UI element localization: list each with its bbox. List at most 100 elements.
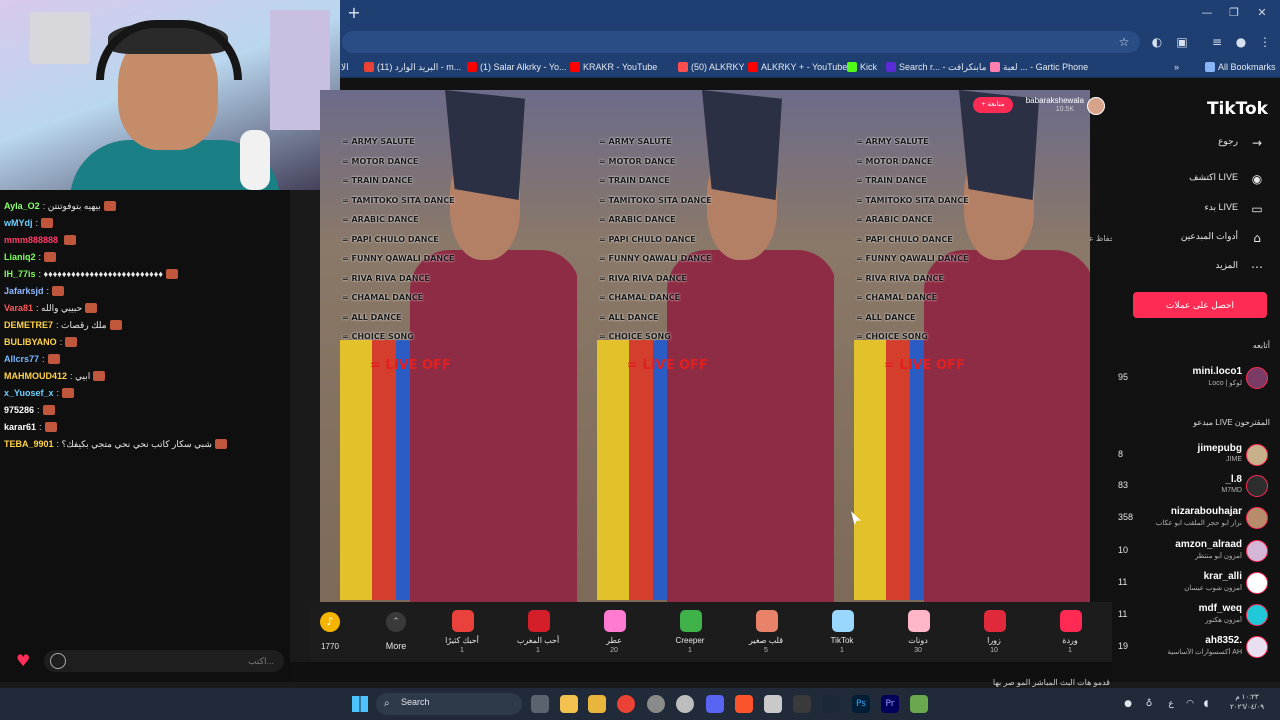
live-video[interactable]: = ARMY SALUTE = MOTOR DANCE = TRAIN DANCE =… xyxy=(320,90,1090,602)
gift-item[interactable]: وردة 1 xyxy=(1035,610,1105,660)
bookmark-item[interactable]: ALKRKY + - YouTube xyxy=(748,60,847,74)
chat-message[interactable]: Allcrs77: xyxy=(4,351,60,367)
gift-item[interactable]: Creeper 1 xyxy=(655,610,725,660)
bookmark-item[interactable]: Kick xyxy=(847,60,877,74)
chat-message[interactable]: karar61: xyxy=(4,419,57,435)
menu-icon[interactable]: ⋮ xyxy=(1256,33,1274,51)
sidebar-item[interactable]: رجوع → xyxy=(1122,132,1270,154)
star-icon[interactable]: ☆ xyxy=(1115,33,1133,51)
chat-username[interactable]: karar61 xyxy=(4,419,36,435)
chat-username[interactable]: TEBA_9901 xyxy=(4,436,54,452)
sidebar-item[interactable]: أدوات المبدعين ⌂ xyxy=(1122,227,1270,249)
bookmark-item[interactable]: الا xyxy=(341,60,349,74)
chat-username[interactable]: DEMETRE7 xyxy=(4,317,53,333)
get-coins-button[interactable]: احصل على عملات xyxy=(1133,292,1267,318)
premiere-icon[interactable]: Pr xyxy=(881,695,899,713)
app-icon[interactable] xyxy=(647,695,665,713)
app-icon[interactable] xyxy=(764,695,782,713)
live-account[interactable]: 11 mdf_weq أمزون هكتور xyxy=(1118,603,1270,631)
bookmark-item[interactable]: KRAKR - YouTube xyxy=(570,60,657,74)
live-account[interactable]: 83 _l.8 M7MD xyxy=(1118,474,1270,502)
chat-username[interactable]: MAHMOUD412 xyxy=(4,368,67,384)
chat-message[interactable]: Lianiq2: xyxy=(4,249,57,265)
chat-username[interactable]: Allcrs77 xyxy=(4,351,39,367)
keyboard-language-icon[interactable]: ع xyxy=(1165,698,1177,710)
task-view-icon[interactable] xyxy=(531,695,549,713)
chevron-up-icon[interactable]: ⌃ xyxy=(386,612,406,632)
windows-start-icon[interactable] xyxy=(352,696,368,712)
wifi-icon[interactable]: ◠ xyxy=(1184,698,1196,710)
chat-username[interactable]: Vara81 xyxy=(4,300,33,316)
bookmark-item[interactable]: (1) Salar Alkrky - Yo... xyxy=(467,60,567,74)
gift-item[interactable]: عطر 20 xyxy=(579,610,649,660)
puzzle-icon[interactable]: ▣ xyxy=(1173,33,1191,51)
gift-item[interactable]: قلب صغير 5 xyxy=(731,610,801,660)
chat-username[interactable]: 975286 xyxy=(4,402,34,418)
more-gifts-button[interactable]: More xyxy=(378,641,414,651)
tray-app-icon[interactable]: ● xyxy=(1122,698,1134,710)
chat-username[interactable]: wMYdj xyxy=(4,215,33,231)
bookmark-item[interactable]: (50) ALKRKY xyxy=(678,60,745,74)
chrome-icon[interactable] xyxy=(617,695,635,713)
chat-username[interactable]: Lianiq2 xyxy=(4,249,36,265)
gift-item[interactable]: TikTok 1 xyxy=(807,610,877,660)
bookmark-item[interactable]: البريد الوارد (11) - m... xyxy=(364,60,461,74)
bookmark-item[interactable]: Search r... - مابنكرافت xyxy=(886,60,986,74)
avatar[interactable]: ● xyxy=(1232,33,1250,51)
sidebar-item[interactable]: المزيد ⋯ xyxy=(1122,256,1270,278)
minecraft-icon[interactable] xyxy=(910,695,928,713)
url-field[interactable] xyxy=(342,31,1140,53)
gift-item[interactable]: أحب المغرب 1 xyxy=(503,610,573,660)
gift-item[interactable]: زورا 10 xyxy=(959,610,1029,660)
chat-username[interactable]: x_Yuosef_x xyxy=(4,385,54,401)
chat-message[interactable]: Jafarksjd: xyxy=(4,283,65,299)
chat-message[interactable]: x_Yuosef_x: xyxy=(4,385,75,401)
folder-icon[interactable] xyxy=(588,695,606,713)
close-icon[interactable]: ✕ xyxy=(1252,5,1272,21)
media-icon[interactable]: ≡ xyxy=(1208,33,1226,51)
chat-username[interactable]: Jafarksjd xyxy=(4,283,44,299)
chat-username[interactable]: BULIBYANO xyxy=(4,334,57,350)
coin-icon[interactable]: ♪ xyxy=(320,612,340,632)
emoji-icon[interactable] xyxy=(50,653,66,669)
chat-message[interactable]: 975286: xyxy=(4,402,55,418)
live-account[interactable]: 95 mini.loco1 Loco | لوكو xyxy=(1118,366,1270,394)
tiktok-logo[interactable]: TikTok xyxy=(1182,99,1268,121)
microphone-icon[interactable]: ♁ xyxy=(1143,698,1155,710)
photoshop-icon[interactable]: Ps xyxy=(852,695,870,713)
extension-icon[interactable]: ◐ xyxy=(1148,33,1166,51)
gift-item[interactable]: دونات 30 xyxy=(883,610,953,660)
chat-username[interactable]: Ayla_O2 xyxy=(4,198,40,214)
host-name[interactable]: babarakshewala xyxy=(1016,96,1084,105)
all-bookmarks[interactable]: All Bookmarks xyxy=(1205,60,1276,74)
volume-icon[interactable]: ◖ xyxy=(1200,698,1212,710)
chat-username[interactable]: mmm888888 xyxy=(4,232,58,248)
maximize-icon[interactable]: ❐ xyxy=(1224,5,1244,21)
chat-message[interactable]: wMYdj: xyxy=(4,215,54,231)
live-account[interactable]: 11 krar_alli أمزون شوب عيسان xyxy=(1118,571,1270,599)
heart-icon[interactable]: ♥ xyxy=(16,652,36,670)
sidebar-item[interactable]: بدء LIVE ▭ xyxy=(1122,198,1270,220)
file-explorer-icon[interactable] xyxy=(560,695,578,713)
new-tab-button[interactable]: + xyxy=(345,4,363,22)
live-account[interactable]: 358 nizarabouhajar نزار ابو حجر الملقب ابو… xyxy=(1118,506,1270,534)
host-avatar[interactable] xyxy=(1087,97,1105,115)
live-account[interactable]: 8 jimepubg JIME xyxy=(1118,443,1270,471)
brave-icon[interactable] xyxy=(735,695,753,713)
bookmark-item[interactable]: لعبة ... - Gartic Phone xyxy=(990,60,1088,74)
capcut-icon[interactable] xyxy=(793,695,811,713)
bookmarks-overflow-icon[interactable]: » xyxy=(1174,60,1179,74)
taskbar-clock[interactable]: ١٠:٢٣ م ٢٠٢٦/٠٤/٠٩ xyxy=(1222,693,1272,713)
gift-item[interactable]: أحبك كثيرًا 1 xyxy=(427,610,497,660)
comment-input[interactable]: اكتب... xyxy=(44,650,284,672)
sidebar-item[interactable]: اكتشف LIVE ◉ xyxy=(1122,168,1270,190)
follow-button[interactable]: + متابعة xyxy=(973,97,1013,113)
discord-icon[interactable] xyxy=(706,695,724,713)
live-account[interactable]: 10 amzon_alraad أمزون أبو منتظر xyxy=(1118,539,1270,567)
chat-message[interactable]: IH_77is: ♦♦♦♦♦♦♦♦♦♦♦♦♦♦♦♦♦♦♦♦♦♦♦♦♦♦ xyxy=(4,266,178,282)
chat-username[interactable]: IH_77is xyxy=(4,266,36,282)
obs-icon[interactable] xyxy=(676,695,694,713)
minimize-icon[interactable]: — xyxy=(1197,5,1217,21)
steam-icon[interactable] xyxy=(822,695,840,713)
live-account[interactable]: 19 ah8352. أكسسوارات الأساسية AH xyxy=(1118,635,1270,663)
